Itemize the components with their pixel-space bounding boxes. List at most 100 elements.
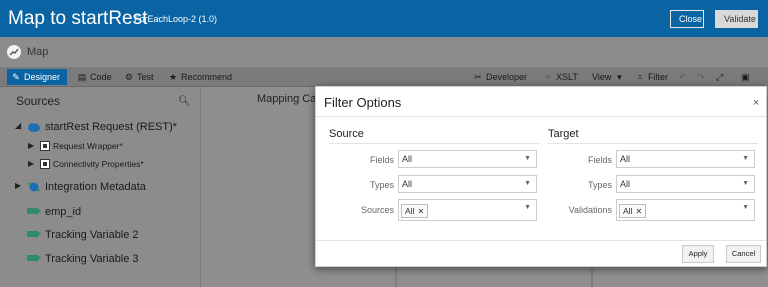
tree-item-label: Tracking Variable 3 [45, 253, 139, 265]
tree-item-emp-id[interactable]: emp_id [0, 205, 201, 221]
filter-options-dialog: Filter Options × Source Fields All ▼ Typ… [315, 86, 767, 267]
target-validations-multiselect[interactable]: All ✕ ▼ [616, 199, 755, 221]
source-heading: Source [329, 128, 364, 140]
chevron-down-icon: ▼ [742, 180, 749, 187]
view-menu[interactable]: View ▾ [592, 70, 627, 84]
expand-icon[interactable]: ⤢ [716, 70, 723, 84]
target-types-select[interactable]: All ▼ [616, 175, 755, 193]
tab-recommend[interactable]: ★ Recommend [168, 70, 232, 84]
view-label: View [592, 72, 612, 82]
source-sources-multiselect[interactable]: All ✕ ▼ [398, 199, 537, 221]
expanded-arrow-icon[interactable]: ◢ [15, 121, 21, 130]
target-validations-label: Validations [568, 205, 612, 215]
variable-icon [27, 229, 41, 241]
tab-test[interactable]: ⚙ Test [124, 70, 154, 84]
tree-item-label: Integration Metadata [45, 181, 146, 193]
tools-icon: ✂ [474, 72, 482, 82]
map-label: Map [27, 46, 49, 58]
collapsed-arrow-icon[interactable]: ▶ [15, 181, 21, 190]
tree-item-connectivity-properties[interactable]: ▶ Connectivity Properties* [0, 158, 201, 174]
redo-icon[interactable]: ↷ [697, 70, 705, 84]
selected-value: All [620, 154, 631, 164]
target-types-label: Types [587, 180, 612, 190]
chevron-down-icon: ▼ [742, 155, 749, 162]
chip-label: All [405, 206, 415, 216]
source-types-label: Types [369, 180, 394, 190]
panel-toggle-icon[interactable]: ▣ [741, 70, 750, 84]
target-fields-select[interactable]: All ▼ [616, 150, 755, 168]
collapsed-arrow-icon[interactable]: ▶ [28, 159, 34, 168]
code-icon: ▤ [77, 72, 87, 82]
remove-chip-icon[interactable]: ✕ [417, 207, 424, 216]
apply-button[interactable]: Apply [682, 245, 714, 263]
developer-label: Developer [486, 72, 528, 82]
tab-recommend-label: Recommend [181, 72, 233, 82]
developer-button[interactable]: ✂ Developer [473, 70, 527, 84]
collapsed-arrow-icon[interactable]: ▶ [28, 141, 34, 150]
tree-item-label: Request Wrapper [53, 141, 120, 151]
element-icon [40, 159, 54, 171]
tree-item-startrest-request[interactable]: ◢ startRest Request (REST)* [0, 120, 201, 136]
xslt-button[interactable]: ⁘ XSLT [543, 70, 578, 84]
filter-label: Filter [648, 72, 668, 82]
tab-designer[interactable]: ✎ Designer [7, 69, 67, 85]
tree-item-tracking-variable-3[interactable]: Tracking Variable 3 [0, 252, 201, 268]
rest-cloud-icon [27, 121, 41, 133]
metadata-icon [27, 181, 41, 193]
target-fields-label: Fields [587, 155, 612, 165]
search-icon[interactable]: 🔍︎ [178, 96, 191, 107]
tree-item-label: emp_id [45, 206, 82, 218]
close-button[interactable]: Close [670, 10, 704, 28]
map-breadcrumb-bar: Map [0, 37, 768, 67]
mapper-toolbar: ✎ Designer ▤ Code ⚙ Test ★ Recommend ✂ Develo… [0, 67, 768, 87]
divider [316, 116, 766, 117]
element-icon [40, 141, 54, 153]
chevron-down-icon: ▼ [524, 204, 531, 211]
source-fields-label: Fields [369, 155, 394, 165]
validate-button[interactable]: Validate [715, 10, 758, 28]
chevron-down-icon: ▼ [524, 155, 531, 162]
tree-item-request-wrapper[interactable]: ▶ Request Wrapper* [0, 140, 201, 156]
tree-item-integration-metadata[interactable]: ▶ Integration Metadata [0, 180, 201, 196]
selected-chip: All ✕ [401, 204, 429, 218]
star-icon: ★ [168, 72, 178, 82]
undo-icon[interactable]: ↶ [679, 70, 687, 84]
tab-test-label: Test [137, 72, 154, 82]
divider [329, 143, 539, 144]
integration-version: ForEachLoop-2 (1.0) [134, 14, 218, 24]
xslt-icon: ⁘ [544, 72, 552, 82]
source-fields-select[interactable]: All ▼ [398, 150, 537, 168]
variable-icon [27, 206, 41, 218]
sources-heading: Sources [16, 94, 61, 108]
page-title: Map to startRest [8, 8, 148, 29]
tree-item-label: startRest Request (REST) [45, 121, 173, 133]
tab-code[interactable]: ▤ Code [77, 70, 112, 84]
source-sources-label: Sources [360, 205, 394, 215]
chevron-down-icon: ▾ [617, 72, 622, 82]
target-heading: Target [548, 128, 579, 140]
selected-chip: All ✕ [619, 204, 647, 218]
modified-marker: * [172, 121, 178, 133]
tree-item-label: Connectivity Properties [53, 159, 141, 169]
modified-marker: * [119, 141, 123, 151]
tab-designer-label: Designer [24, 72, 61, 82]
dialog-title: Filter Options [324, 95, 402, 110]
xslt-label: XSLT [556, 72, 578, 82]
remove-chip-icon[interactable]: ✕ [635, 207, 642, 216]
source-types-select[interactable]: All ▼ [398, 175, 537, 193]
tab-code-label: Code [90, 72, 112, 82]
divider [548, 143, 758, 144]
designer-icon: ✎ [12, 72, 20, 82]
cancel-button[interactable]: Cancel [726, 245, 761, 263]
chip-label: All [623, 206, 633, 216]
gear-icon: ⚙ [124, 72, 134, 82]
tree-item-tracking-variable-2[interactable]: Tracking Variable 2 [0, 228, 201, 244]
variable-icon [27, 253, 41, 265]
sources-panel: Sources 🔍︎ ◢ startRest Request (REST)* ▶… [0, 87, 201, 287]
tree-item-label: Tracking Variable 2 [45, 229, 139, 241]
filter-button[interactable]: ⩡ Filter [635, 70, 668, 84]
selected-value: All [620, 179, 631, 189]
divider [316, 240, 766, 241]
close-icon[interactable]: × [753, 97, 759, 109]
selected-value: All [402, 154, 413, 164]
